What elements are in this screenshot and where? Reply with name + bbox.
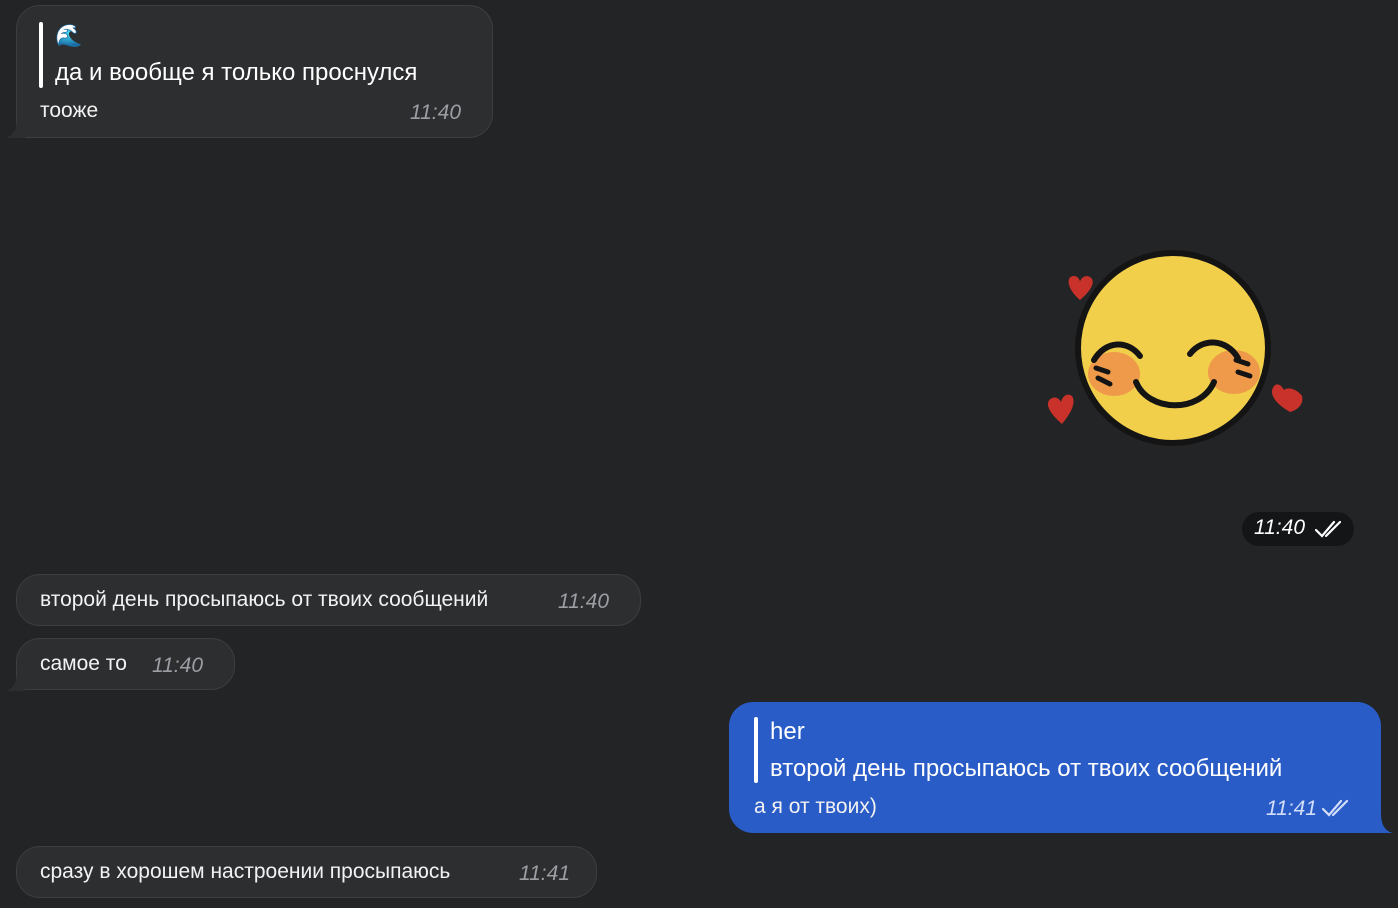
chat-history: 🌊 да и вообще я только проснулся тооже 1… [0, 0, 1398, 908]
message-bubble-incoming[interactable]: 🌊 да и вообще я только проснулся тооже 1… [16, 5, 493, 138]
reply-quote-text[interactable]: второй день просыпаюсь от твоих сообщени… [770, 756, 1282, 782]
bubble-tail [5, 671, 25, 691]
double-check-icon [1314, 520, 1342, 538]
double-check-icon [1321, 799, 1349, 817]
message-time: 11:41 [519, 862, 570, 885]
message-bubble-incoming[interactable]: самое то 11:40 [16, 638, 235, 690]
message-bubble-incoming[interactable]: второй день просыпаюсь от твоих сообщени… [16, 574, 641, 626]
message-text: самое то [40, 652, 127, 675]
message-bubble-incoming[interactable]: сразу в хорошем настроении просыпаюсь 11… [16, 846, 597, 898]
heart-icon [1047, 394, 1074, 424]
message-text: второй день просыпаюсь от твоих сообщени… [40, 588, 489, 611]
message-time: 11:40 [152, 654, 203, 677]
message-time: 11:40 [1254, 516, 1305, 539]
heart-icon [1271, 384, 1303, 412]
message-text: а я от твоих) [754, 795, 877, 818]
reply-quote-author[interactable]: 🌊 [55, 23, 82, 49]
message-time: 11:40 [558, 590, 609, 613]
message-bubble-outgoing[interactable]: her второй день просыпаюсь от твоих сооб… [729, 702, 1381, 833]
message-text: тооже [40, 99, 99, 122]
reply-quote-bar [754, 717, 758, 783]
message-time: 11:40 [410, 101, 461, 124]
reply-quote-text[interactable]: да и вообще я только проснулся [55, 60, 417, 86]
reply-quote-bar [39, 22, 43, 88]
reply-quote-author[interactable]: her [770, 719, 805, 745]
sticker-blushing-smiley[interactable] [1036, 244, 1312, 448]
heart-icon [1068, 276, 1093, 300]
bubble-tail [5, 118, 25, 138]
bubble-tail [1373, 813, 1393, 833]
message-text: сразу в хорошем настроении просыпаюсь [40, 860, 451, 883]
message-time: 11:41 [1266, 797, 1317, 820]
sticker-time-badge: 11:40 [1242, 512, 1354, 546]
